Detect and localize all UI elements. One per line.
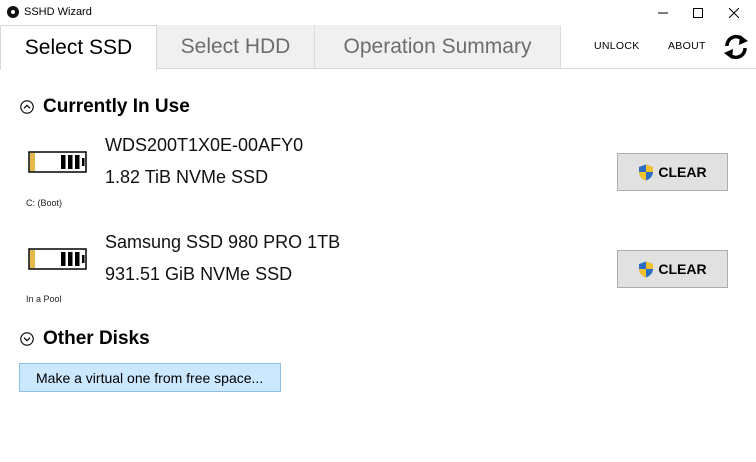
disk-status: In a Pool: [26, 294, 62, 304]
clear-button-label: CLEAR: [658, 261, 707, 277]
nvme-drive-icon: [28, 151, 87, 173]
disk-name: Samsung SSD 980 PRO 1TB: [105, 232, 341, 252]
refresh-button[interactable]: [722, 32, 750, 62]
close-icon: [729, 7, 739, 18]
disk-status: C: (Boot): [26, 198, 63, 208]
minimize-button[interactable]: [643, 0, 683, 25]
tab-select-ssd[interactable]: Select SSD: [0, 25, 157, 70]
maximize-icon: [693, 7, 703, 18]
unlock-link[interactable]: UNLOCK: [594, 40, 640, 52]
nvme-drive-icon: [28, 248, 87, 270]
refresh-icon: [724, 34, 748, 60]
title-bar: SSHD Wizard: [0, 0, 756, 25]
clear-button[interactable]: CLEAR: [617, 153, 728, 191]
window-title: SSHD Wizard: [24, 6, 92, 18]
tab-select-hdd[interactable]: Select HDD: [157, 25, 315, 68]
section-title: Other Disks: [43, 328, 150, 349]
maximize-button[interactable]: [678, 0, 718, 25]
tab-strip: Select HDD Operation Summary Select SSD: [0, 25, 756, 70]
tab-divider: [156, 68, 756, 69]
section-currently-in-use[interactable]: Currently In Use: [20, 96, 190, 118]
tab-operation-summary[interactable]: Operation Summary: [315, 25, 561, 68]
app-icon: [7, 6, 19, 18]
about-link[interactable]: ABOUT: [668, 40, 706, 52]
make-virtual-disk-button[interactable]: Make a virtual one from free space...: [19, 363, 281, 392]
uac-shield-icon: [639, 164, 654, 180]
minimize-icon: [658, 12, 668, 13]
disk-detail: 931.51 GiB NVMe SSD: [105, 264, 293, 284]
chevron-up-circle-icon: [20, 100, 34, 114]
disk-name: WDS200T1X0E-00AFY0: [105, 135, 304, 155]
disk-detail: 1.82 TiB NVMe SSD: [105, 167, 269, 187]
section-other-disks[interactable]: Other Disks: [20, 328, 150, 350]
clear-button[interactable]: CLEAR: [617, 250, 728, 288]
section-title: Currently In Use: [43, 96, 190, 117]
chevron-down-circle-icon: [20, 332, 34, 346]
close-button[interactable]: [714, 0, 754, 25]
clear-button-label: CLEAR: [658, 164, 707, 180]
uac-shield-icon: [639, 261, 654, 277]
